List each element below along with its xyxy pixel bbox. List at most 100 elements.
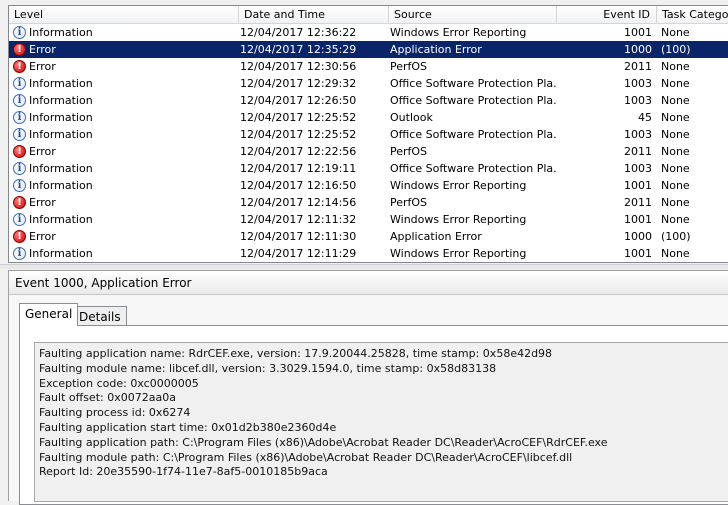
event-row[interactable]: i Information 12/04/2017 12:29:32 Office So…: [9, 75, 728, 92]
event-source-cell: Windows Error Reporting: [390, 179, 527, 192]
event-level-label: Information: [29, 77, 93, 90]
event-task-cell: (100): [661, 43, 691, 56]
event-date-cell: 12/04/2017 12:19:11: [240, 162, 357, 175]
event-id-cell: 2011: [624, 145, 652, 158]
event-row[interactable]: ! Error 12/04/2017 12:30:56 PerfOS 2011 None: [9, 58, 728, 75]
event-task-cell: None: [661, 26, 690, 39]
event-id-cell: 1001: [624, 213, 652, 226]
event-row[interactable]: i Information 12/04/2017 12:11:32 Windows E…: [9, 211, 728, 228]
event-source-cell: Office Software Protection Pla...: [390, 77, 556, 90]
event-level-cell: i Information: [13, 24, 238, 41]
column-header-event-id[interactable]: Event ID: [557, 6, 657, 23]
tab-details[interactable]: Details: [73, 306, 127, 326]
event-date-cell: 12/04/2017 12:25:52: [240, 111, 357, 124]
event-level-cell: i Information: [13, 160, 238, 177]
detail-tab-strip: General Details: [9, 295, 728, 326]
event-date-cell: 12/04/2017 12:36:22: [240, 26, 357, 39]
event-source-cell: Windows Error Reporting: [390, 213, 527, 226]
event-id-cell: 2011: [624, 196, 652, 209]
event-row[interactable]: i Information 12/04/2017 12:11:29 Windows E…: [9, 245, 728, 262]
event-detail-title: Event 1000, Application Error: [9, 271, 728, 295]
event-source-cell: Windows Error Reporting: [390, 247, 527, 260]
event-task-cell: (100): [661, 230, 691, 243]
event-task-cell: None: [661, 128, 690, 141]
event-id-cell: 45: [638, 111, 652, 124]
tab-general[interactable]: General: [19, 303, 79, 326]
column-header-level[interactable]: Level: [9, 6, 239, 23]
event-description[interactable]: Faulting application name: RdrCEF.exe, v…: [34, 342, 728, 502]
event-date-cell: 12/04/2017 12:26:50: [240, 94, 357, 107]
event-level-cell: ! Error: [13, 194, 238, 211]
event-row[interactable]: i Information 12/04/2017 12:19:11 Office So…: [9, 160, 728, 177]
event-source-cell: Outlook: [390, 111, 433, 124]
event-viewer-window: Level Date and Time Source Event ID Task…: [0, 0, 728, 505]
event-level-label: Error: [29, 230, 56, 243]
events-list[interactable]: Level Date and Time Source Event ID Task…: [8, 5, 728, 263]
event-row[interactable]: ! Error 12/04/2017 12:14:56 PerfOS 2011 None: [9, 194, 728, 211]
event-id-cell: 1001: [624, 26, 652, 39]
column-header-row: Level Date and Time Source Event ID Task…: [9, 6, 728, 24]
column-header-date[interactable]: Date and Time: [239, 6, 389, 23]
event-task-cell: None: [661, 179, 690, 192]
description-line: Faulting application name: RdrCEF.exe, v…: [39, 347, 553, 360]
event-id-cell: 1000: [624, 43, 652, 56]
column-header-task-category[interactable]: Task Category: [657, 6, 728, 23]
event-level-label: Information: [29, 94, 93, 107]
event-source-cell: Office Software Protection Pla...: [390, 94, 556, 107]
description-line: Report Id: 20e35590-1f74-11e7-8af5-00101…: [39, 465, 328, 479]
event-row[interactable]: i Information 12/04/2017 12:25:52 Outlook 45…: [9, 109, 728, 126]
event-source-cell: Application Error: [390, 230, 482, 243]
information-icon: i: [13, 246, 26, 260]
event-level-cell: ! Error: [13, 143, 238, 160]
event-date-cell: 12/04/2017 12:11:30: [240, 230, 357, 243]
column-header-source[interactable]: Source: [389, 6, 557, 23]
event-task-cell: None: [661, 162, 690, 175]
event-date-cell: 12/04/2017 12:35:29: [240, 43, 357, 56]
information-icon: i: [13, 25, 26, 39]
panel-splitter[interactable]: [0, 264, 728, 269]
event-level-cell: i Information: [13, 75, 238, 92]
event-row[interactable]: ! Error 12/04/2017 12:35:29 Application Err…: [9, 41, 728, 58]
event-task-cell: None: [661, 196, 690, 209]
event-date-cell: 12/04/2017 12:30:56: [240, 60, 357, 73]
event-level-cell: i Information: [13, 245, 238, 262]
event-id-cell: 1003: [624, 128, 652, 141]
event-level-label: Information: [29, 128, 93, 141]
event-level-label: Information: [29, 111, 93, 124]
event-detail-panel: Event 1000, Application Error General De…: [8, 270, 728, 505]
description-line: Faulting module name: libcef.dll, versio…: [39, 361, 497, 375]
error-icon: !: [13, 42, 26, 56]
event-task-cell: None: [661, 111, 690, 124]
event-row[interactable]: i Information 12/04/2017 12:26:50 Office So…: [9, 92, 728, 109]
event-level-cell: i Information: [13, 109, 238, 126]
event-level-label: Information: [29, 179, 93, 192]
description-line: Faulting process id: 0x6274: [39, 406, 191, 420]
event-row[interactable]: ! Error 12/04/2017 12:22:56 PerfOS 2011 None: [9, 143, 728, 160]
event-id-cell: 1003: [624, 77, 652, 90]
event-source-cell: PerfOS: [390, 196, 428, 209]
information-icon: i: [13, 110, 26, 124]
event-source-cell: PerfOS: [390, 60, 428, 73]
information-icon: i: [13, 127, 26, 141]
event-source-cell: PerfOS: [390, 145, 428, 158]
description-line: Faulting application start time: 0x01d2b…: [39, 420, 337, 434]
event-row[interactable]: ! Error 12/04/2017 12:11:30 Application Err…: [9, 228, 728, 245]
event-level-label: Information: [29, 162, 93, 175]
general-tab-body: Faulting application name: RdrCEF.exe, v…: [19, 325, 728, 505]
event-source-cell: Office Software Protection Pla...: [390, 128, 556, 141]
event-level-cell: i Information: [13, 211, 238, 228]
event-level-cell: i Information: [13, 126, 238, 143]
event-date-cell: 12/04/2017 12:22:56: [240, 145, 357, 158]
event-row[interactable]: i Information 12/04/2017 12:16:50 Windows E…: [9, 177, 728, 194]
event-level-cell: ! Error: [13, 228, 238, 245]
event-row[interactable]: i Information 12/04/2017 12:25:52 Office So…: [9, 126, 728, 143]
event-task-cell: None: [661, 60, 690, 73]
event-date-cell: 12/04/2017 12:16:50: [240, 179, 357, 192]
error-icon: !: [13, 229, 26, 243]
event-source-cell: Windows Error Reporting: [390, 26, 527, 39]
event-id-cell: 1000: [624, 230, 652, 243]
event-task-cell: None: [661, 145, 690, 158]
event-level-label: Error: [29, 43, 56, 56]
event-row[interactable]: i Information 12/04/2017 12:36:22 Windows E…: [9, 24, 728, 41]
event-level-cell: ! Error: [13, 58, 238, 75]
